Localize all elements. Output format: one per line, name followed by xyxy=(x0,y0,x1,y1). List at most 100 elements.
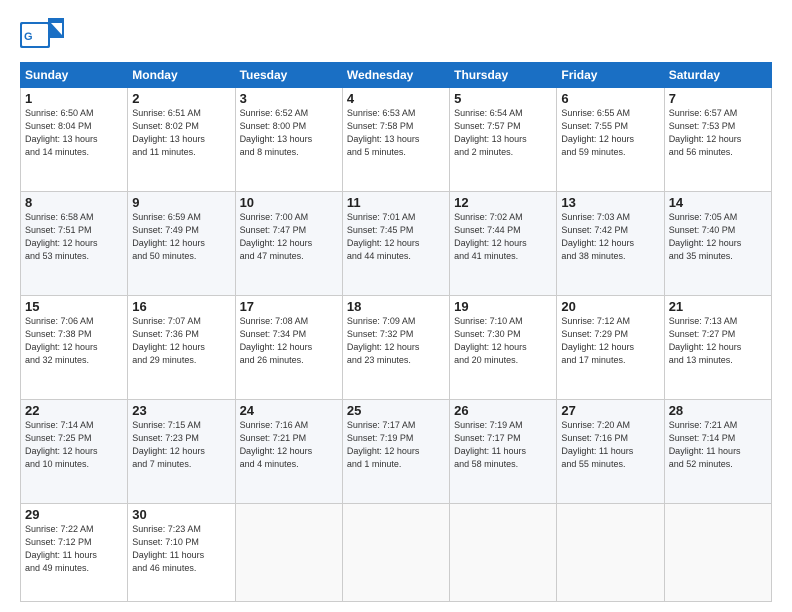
calendar-cell: 25Sunrise: 7:17 AM Sunset: 7:19 PM Dayli… xyxy=(342,400,449,504)
calendar-week-4: 22Sunrise: 7:14 AM Sunset: 7:25 PM Dayli… xyxy=(21,400,772,504)
calendar-cell: 15Sunrise: 7:06 AM Sunset: 7:38 PM Dayli… xyxy=(21,296,128,400)
day-number: 12 xyxy=(454,195,552,210)
calendar-cell: 7Sunrise: 6:57 AM Sunset: 7:53 PM Daylig… xyxy=(664,88,771,192)
calendar-cell: 3Sunrise: 6:52 AM Sunset: 8:00 PM Daylig… xyxy=(235,88,342,192)
day-info: Sunrise: 6:53 AM Sunset: 7:58 PM Dayligh… xyxy=(347,107,445,159)
day-info: Sunrise: 7:22 AM Sunset: 7:12 PM Dayligh… xyxy=(25,523,123,575)
calendar-cell: 28Sunrise: 7:21 AM Sunset: 7:14 PM Dayli… xyxy=(664,400,771,504)
day-number: 20 xyxy=(561,299,659,314)
calendar-cell: 23Sunrise: 7:15 AM Sunset: 7:23 PM Dayli… xyxy=(128,400,235,504)
day-number: 14 xyxy=(669,195,767,210)
day-info: Sunrise: 6:59 AM Sunset: 7:49 PM Dayligh… xyxy=(132,211,230,263)
calendar-cell: 19Sunrise: 7:10 AM Sunset: 7:30 PM Dayli… xyxy=(450,296,557,400)
calendar-week-3: 15Sunrise: 7:06 AM Sunset: 7:38 PM Dayli… xyxy=(21,296,772,400)
day-info: Sunrise: 7:12 AM Sunset: 7:29 PM Dayligh… xyxy=(561,315,659,367)
day-number: 22 xyxy=(25,403,123,418)
calendar-cell: 1Sunrise: 6:50 AM Sunset: 8:04 PM Daylig… xyxy=(21,88,128,192)
calendar-cell: 18Sunrise: 7:09 AM Sunset: 7:32 PM Dayli… xyxy=(342,296,449,400)
day-info: Sunrise: 6:50 AM Sunset: 8:04 PM Dayligh… xyxy=(25,107,123,159)
calendar-cell: 4Sunrise: 6:53 AM Sunset: 7:58 PM Daylig… xyxy=(342,88,449,192)
day-info: Sunrise: 7:03 AM Sunset: 7:42 PM Dayligh… xyxy=(561,211,659,263)
day-number: 26 xyxy=(454,403,552,418)
calendar-cell: 8Sunrise: 6:58 AM Sunset: 7:51 PM Daylig… xyxy=(21,192,128,296)
day-info: Sunrise: 7:23 AM Sunset: 7:10 PM Dayligh… xyxy=(132,523,230,575)
calendar-cell: 14Sunrise: 7:05 AM Sunset: 7:40 PM Dayli… xyxy=(664,192,771,296)
day-number: 8 xyxy=(25,195,123,210)
calendar-cell: 27Sunrise: 7:20 AM Sunset: 7:16 PM Dayli… xyxy=(557,400,664,504)
calendar-week-1: 1Sunrise: 6:50 AM Sunset: 8:04 PM Daylig… xyxy=(21,88,772,192)
weekday-header-saturday: Saturday xyxy=(664,63,771,88)
calendar-cell: 21Sunrise: 7:13 AM Sunset: 7:27 PM Dayli… xyxy=(664,296,771,400)
calendar-cell: 13Sunrise: 7:03 AM Sunset: 7:42 PM Dayli… xyxy=(557,192,664,296)
day-number: 1 xyxy=(25,91,123,106)
day-info: Sunrise: 7:05 AM Sunset: 7:40 PM Dayligh… xyxy=(669,211,767,263)
day-number: 19 xyxy=(454,299,552,314)
calendar-cell: 30Sunrise: 7:23 AM Sunset: 7:10 PM Dayli… xyxy=(128,504,235,602)
calendar-table: SundayMondayTuesdayWednesdayThursdayFrid… xyxy=(20,62,772,602)
day-info: Sunrise: 6:55 AM Sunset: 7:55 PM Dayligh… xyxy=(561,107,659,159)
day-info: Sunrise: 7:16 AM Sunset: 7:21 PM Dayligh… xyxy=(240,419,338,471)
day-number: 6 xyxy=(561,91,659,106)
day-number: 23 xyxy=(132,403,230,418)
day-number: 13 xyxy=(561,195,659,210)
calendar-cell: 26Sunrise: 7:19 AM Sunset: 7:17 PM Dayli… xyxy=(450,400,557,504)
day-info: Sunrise: 7:21 AM Sunset: 7:14 PM Dayligh… xyxy=(669,419,767,471)
day-number: 25 xyxy=(347,403,445,418)
day-number: 18 xyxy=(347,299,445,314)
day-info: Sunrise: 7:10 AM Sunset: 7:30 PM Dayligh… xyxy=(454,315,552,367)
calendar-cell: 17Sunrise: 7:08 AM Sunset: 7:34 PM Dayli… xyxy=(235,296,342,400)
day-number: 28 xyxy=(669,403,767,418)
day-info: Sunrise: 7:08 AM Sunset: 7:34 PM Dayligh… xyxy=(240,315,338,367)
calendar-cell: 11Sunrise: 7:01 AM Sunset: 7:45 PM Dayli… xyxy=(342,192,449,296)
day-info: Sunrise: 7:20 AM Sunset: 7:16 PM Dayligh… xyxy=(561,419,659,471)
calendar-cell xyxy=(235,504,342,602)
weekday-header-wednesday: Wednesday xyxy=(342,63,449,88)
weekday-header-thursday: Thursday xyxy=(450,63,557,88)
calendar-cell: 22Sunrise: 7:14 AM Sunset: 7:25 PM Dayli… xyxy=(21,400,128,504)
calendar-cell xyxy=(342,504,449,602)
day-number: 2 xyxy=(132,91,230,106)
weekday-header-sunday: Sunday xyxy=(21,63,128,88)
calendar-cell: 10Sunrise: 7:00 AM Sunset: 7:47 PM Dayli… xyxy=(235,192,342,296)
day-number: 9 xyxy=(132,195,230,210)
day-info: Sunrise: 7:09 AM Sunset: 7:32 PM Dayligh… xyxy=(347,315,445,367)
day-number: 5 xyxy=(454,91,552,106)
calendar-cell: 29Sunrise: 7:22 AM Sunset: 7:12 PM Dayli… xyxy=(21,504,128,602)
day-info: Sunrise: 7:06 AM Sunset: 7:38 PM Dayligh… xyxy=(25,315,123,367)
weekday-header-friday: Friday xyxy=(557,63,664,88)
logo-icon: G xyxy=(20,18,64,52)
calendar-cell: 20Sunrise: 7:12 AM Sunset: 7:29 PM Dayli… xyxy=(557,296,664,400)
day-number: 10 xyxy=(240,195,338,210)
weekday-header-monday: Monday xyxy=(128,63,235,88)
day-info: Sunrise: 7:00 AM Sunset: 7:47 PM Dayligh… xyxy=(240,211,338,263)
calendar-cell xyxy=(450,504,557,602)
day-info: Sunrise: 6:57 AM Sunset: 7:53 PM Dayligh… xyxy=(669,107,767,159)
day-info: Sunrise: 7:17 AM Sunset: 7:19 PM Dayligh… xyxy=(347,419,445,471)
day-number: 24 xyxy=(240,403,338,418)
calendar-cell: 9Sunrise: 6:59 AM Sunset: 7:49 PM Daylig… xyxy=(128,192,235,296)
day-info: Sunrise: 6:58 AM Sunset: 7:51 PM Dayligh… xyxy=(25,211,123,263)
calendar-week-2: 8Sunrise: 6:58 AM Sunset: 7:51 PM Daylig… xyxy=(21,192,772,296)
day-number: 11 xyxy=(347,195,445,210)
calendar-cell xyxy=(664,504,771,602)
calendar-cell: 16Sunrise: 7:07 AM Sunset: 7:36 PM Dayli… xyxy=(128,296,235,400)
calendar-cell: 24Sunrise: 7:16 AM Sunset: 7:21 PM Dayli… xyxy=(235,400,342,504)
svg-text:G: G xyxy=(24,31,33,43)
day-number: 7 xyxy=(669,91,767,106)
day-number: 17 xyxy=(240,299,338,314)
day-info: Sunrise: 7:19 AM Sunset: 7:17 PM Dayligh… xyxy=(454,419,552,471)
day-info: Sunrise: 7:13 AM Sunset: 7:27 PM Dayligh… xyxy=(669,315,767,367)
day-info: Sunrise: 7:01 AM Sunset: 7:45 PM Dayligh… xyxy=(347,211,445,263)
day-number: 15 xyxy=(25,299,123,314)
day-number: 27 xyxy=(561,403,659,418)
day-number: 16 xyxy=(132,299,230,314)
day-info: Sunrise: 7:07 AM Sunset: 7:36 PM Dayligh… xyxy=(132,315,230,367)
header: G xyxy=(20,18,772,52)
calendar-cell xyxy=(557,504,664,602)
logo: G xyxy=(20,18,68,52)
calendar-cell: 6Sunrise: 6:55 AM Sunset: 7:55 PM Daylig… xyxy=(557,88,664,192)
day-info: Sunrise: 7:15 AM Sunset: 7:23 PM Dayligh… xyxy=(132,419,230,471)
calendar-cell: 2Sunrise: 6:51 AM Sunset: 8:02 PM Daylig… xyxy=(128,88,235,192)
page: G SundayMondayTuesdayWednesdayThursdayFr… xyxy=(0,0,792,612)
weekday-header-tuesday: Tuesday xyxy=(235,63,342,88)
